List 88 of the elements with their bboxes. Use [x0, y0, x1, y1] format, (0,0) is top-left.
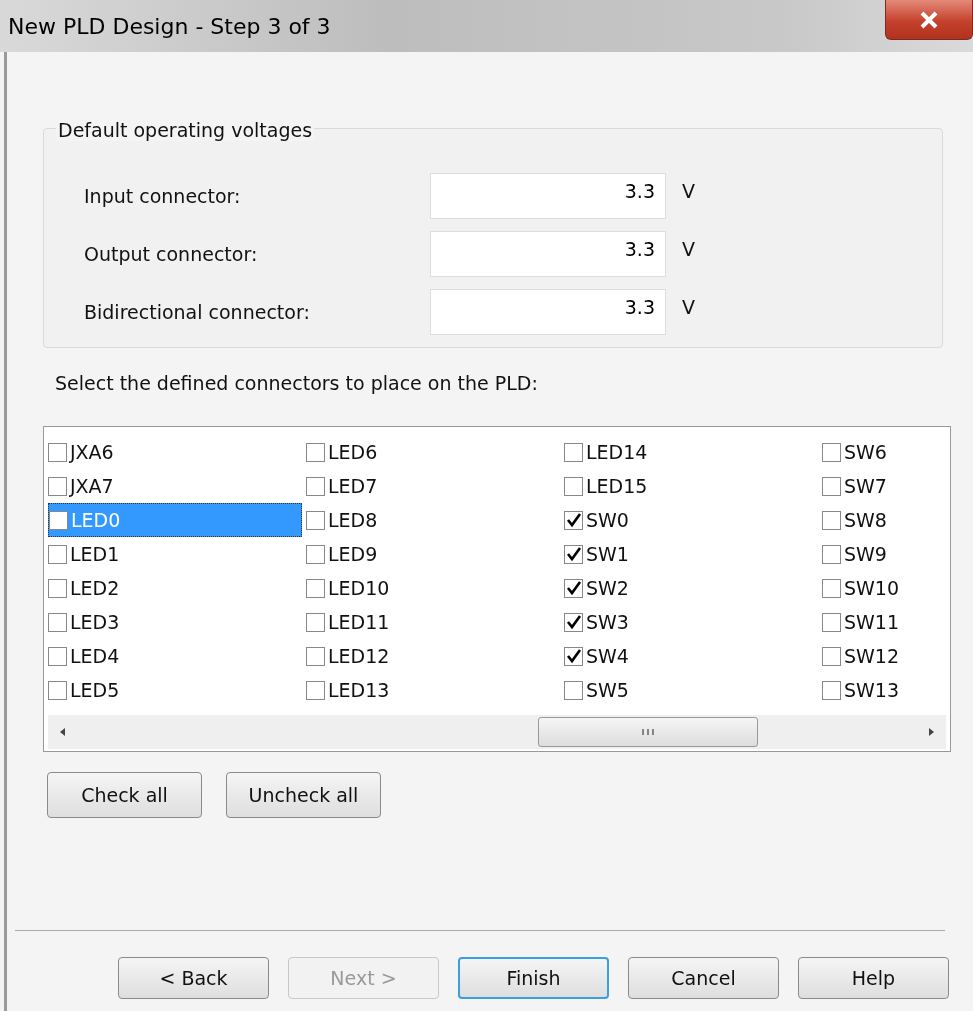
- connector-item[interactable]: LED15: [564, 469, 818, 503]
- connector-item[interactable]: JXA6: [48, 435, 302, 469]
- scroll-thumb[interactable]: [538, 717, 758, 747]
- checkbox[interactable]: [48, 442, 67, 462]
- list-action-button[interactable]: Uncheck all: [226, 772, 381, 818]
- connector-item[interactable]: LED11: [306, 605, 560, 639]
- checkbox[interactable]: [48, 578, 67, 598]
- wizard-button[interactable]: Finish: [457, 957, 609, 999]
- list-action-button[interactable]: Check all: [47, 772, 202, 818]
- checkbox[interactable]: [822, 646, 841, 666]
- connector-item[interactable]: SW3: [564, 605, 818, 639]
- connector-item[interactable]: SW1: [564, 537, 818, 571]
- checkbox[interactable]: [822, 476, 841, 496]
- connector-item[interactable]: SW6: [822, 435, 900, 469]
- checkbox[interactable]: [564, 510, 583, 530]
- connector-item[interactable]: LED3: [48, 605, 302, 639]
- group-title: Default operating voltages: [56, 119, 315, 141]
- connector-item[interactable]: SW5: [564, 673, 818, 707]
- connector-item[interactable]: SW8: [822, 503, 900, 537]
- checkbox[interactable]: [564, 612, 583, 632]
- connector-item[interactable]: JXA7: [48, 469, 302, 503]
- unit-label: V: [682, 180, 695, 202]
- scroll-left-icon[interactable]: [58, 726, 68, 738]
- connector-item[interactable]: LED4: [48, 639, 302, 673]
- field-label: Output connector:: [84, 243, 259, 265]
- checkbox[interactable]: [306, 680, 325, 700]
- connector-item[interactable]: SW10: [822, 571, 900, 605]
- unit-label: V: [682, 238, 695, 260]
- checkbox[interactable]: [48, 680, 67, 700]
- window-title: New PLD Design - Step 3 of 3: [8, 13, 331, 39]
- connector-item[interactable]: LED12: [306, 639, 560, 673]
- close-button[interactable]: [885, 0, 973, 40]
- checkbox[interactable]: [564, 442, 583, 462]
- connector-item[interactable]: SW12: [822, 639, 900, 673]
- horizontal-scrollbar[interactable]: [48, 715, 946, 749]
- connector-item[interactable]: LED13: [306, 673, 560, 707]
- connector-item[interactable]: LED14: [564, 435, 818, 469]
- checkbox[interactable]: [306, 612, 325, 632]
- voltage-field[interactable]: 3.3: [430, 173, 666, 219]
- instruction-text: Select the defined connectors to place on the PLD:: [55, 372, 539, 396]
- connector-item[interactable]: LED5: [48, 673, 302, 707]
- checkbox[interactable]: [564, 476, 583, 496]
- checkbox[interactable]: [306, 476, 325, 496]
- unit-label: V: [682, 296, 695, 318]
- field-label: Bidirectional connector:: [84, 301, 311, 323]
- checkbox[interactable]: [564, 578, 583, 598]
- checkbox[interactable]: [49, 510, 68, 530]
- checkbox[interactable]: [822, 612, 841, 632]
- connector-item[interactable]: SW4: [564, 639, 818, 673]
- scroll-right-icon[interactable]: [926, 726, 936, 738]
- voltage-field[interactable]: 3.3: [430, 289, 666, 335]
- connector-item[interactable]: SW7: [822, 469, 900, 503]
- checkbox[interactable]: [306, 646, 325, 666]
- connector-item[interactable]: LED10: [306, 571, 560, 605]
- field-label: Input connector:: [84, 185, 242, 207]
- checkbox[interactable]: [48, 646, 67, 666]
- checkbox[interactable]: [564, 646, 583, 666]
- connector-item[interactable]: SW2: [564, 571, 818, 605]
- checkbox[interactable]: [306, 510, 325, 530]
- grip-icon: [641, 727, 655, 737]
- connector-item[interactable]: SW9: [822, 537, 900, 571]
- checkbox[interactable]: [48, 476, 67, 496]
- connector-item[interactable]: LED8: [306, 503, 560, 537]
- checkbox[interactable]: [564, 680, 583, 700]
- checkbox[interactable]: [822, 510, 841, 530]
- connector-item[interactable]: SW11: [822, 605, 900, 639]
- checkbox[interactable]: [822, 578, 841, 598]
- voltage-field[interactable]: 3.3: [430, 231, 666, 277]
- connector-item[interactable]: SW0: [564, 503, 818, 537]
- wizard-button[interactable]: Help: [798, 957, 949, 999]
- connector-item[interactable]: SW13: [822, 673, 900, 707]
- connector-item[interactable]: LED7: [306, 469, 560, 503]
- wizard-button[interactable]: Cancel: [628, 957, 779, 999]
- checkbox[interactable]: [48, 544, 67, 564]
- checkbox[interactable]: [306, 578, 325, 598]
- checkbox[interactable]: [306, 544, 325, 564]
- checkbox[interactable]: [822, 680, 841, 700]
- connector-item[interactable]: LED1: [48, 537, 302, 571]
- checkbox[interactable]: [48, 612, 67, 632]
- connector-item[interactable]: LED9: [306, 537, 560, 571]
- wizard-button[interactable]: < Back: [118, 957, 269, 999]
- checkbox[interactable]: [306, 442, 325, 462]
- connector-item[interactable]: LED6: [306, 435, 560, 469]
- checkbox[interactable]: [564, 544, 583, 564]
- close-icon: [918, 10, 940, 29]
- checkbox[interactable]: [822, 442, 841, 462]
- checkbox[interactable]: [822, 544, 841, 564]
- connector-item[interactable]: LED2: [48, 571, 302, 605]
